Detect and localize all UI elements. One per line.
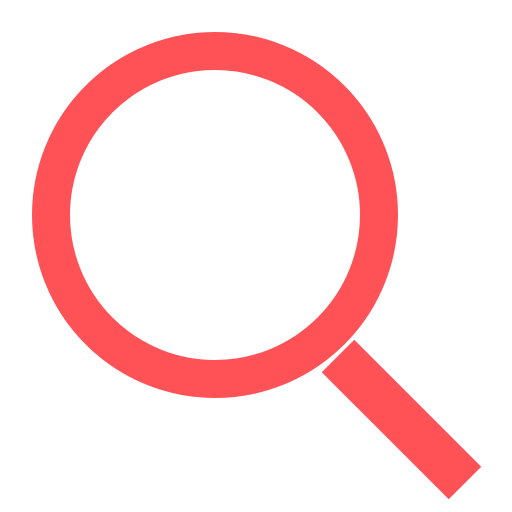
magnifier-handle xyxy=(321,339,482,500)
search-icon[interactable] xyxy=(0,0,512,512)
icon-canvas xyxy=(0,0,512,512)
magnifier-lens xyxy=(32,32,398,398)
